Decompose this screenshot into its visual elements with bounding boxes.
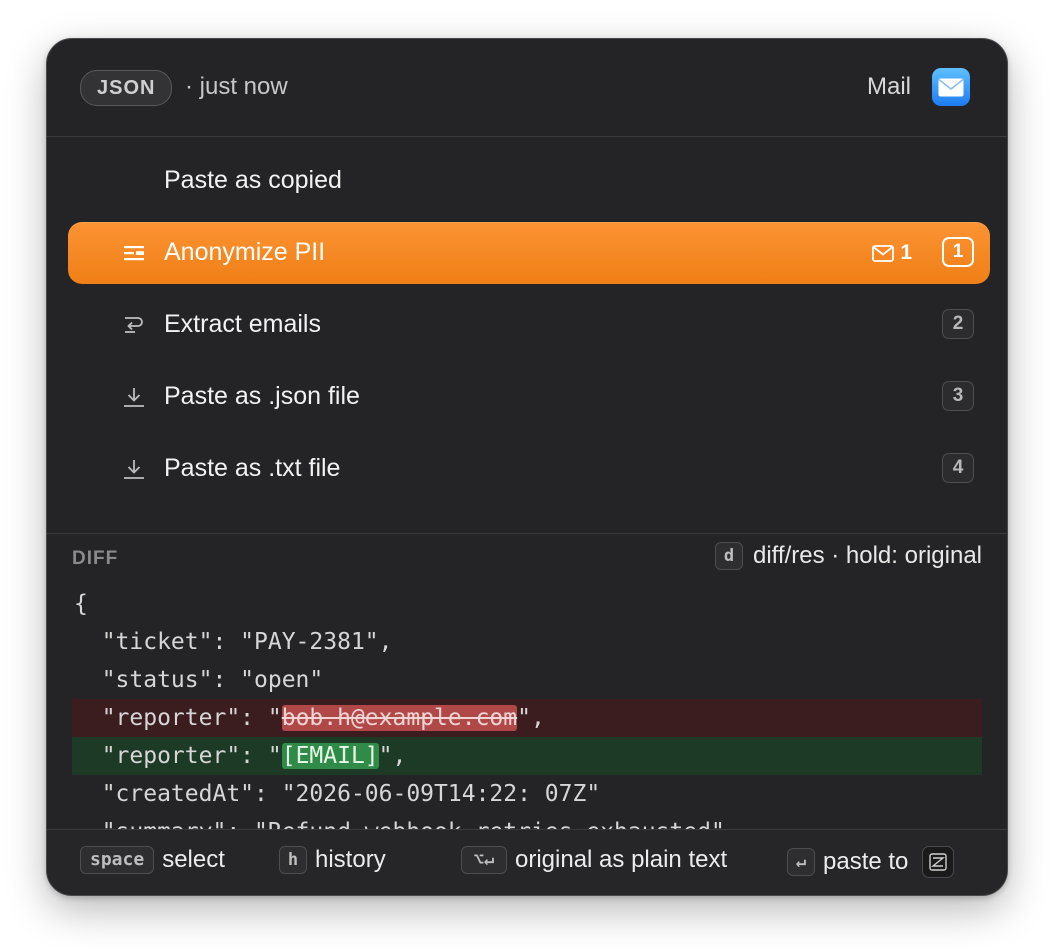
code-line: "status": "open" — [74, 667, 324, 693]
footer-history-hint[interactable]: h history — [279, 846, 386, 874]
diff-title: DIFF — [72, 548, 119, 569]
shortcut-key-1: 1 — [942, 237, 974, 267]
download-icon — [123, 458, 145, 480]
code-text: ", — [517, 705, 545, 731]
menu-item-label: Extract emails — [164, 310, 321, 338]
code-text: "reporter": " — [74, 705, 282, 731]
shortcut-key-2: 2 — [942, 309, 974, 339]
shortcut-footer: space select h history ⌥↵ original as pl… — [47, 829, 1007, 895]
diff-preview: { "ticket": "PAY-2381", "status": "open"… — [72, 585, 982, 829]
footer-label: select — [162, 846, 225, 873]
timestamp: · just now — [185, 73, 288, 100]
footer-select-hint[interactable]: space select — [80, 846, 225, 874]
mail-app-icon — [932, 68, 970, 106]
shortcut-key-3: 3 — [942, 381, 974, 411]
footer-label: paste to — [823, 848, 909, 875]
removed-line: "reporter": "bob.h@example.com", — [72, 699, 982, 737]
diff-toggle-text: diff/res · hold: original — [752, 542, 982, 569]
option-return-key: ⌥↵ — [461, 846, 507, 874]
menu-item-extract-emails[interactable]: Extract emails 2 — [68, 294, 990, 356]
added-line: "reporter": "[EMAIL]", — [72, 737, 982, 775]
menu-item-paste-json-file[interactable]: Paste as .json file 3 — [68, 366, 990, 428]
footer-paste-to-hint[interactable]: ↵ paste to — [787, 846, 955, 878]
footer-label: original as plain text — [515, 846, 728, 873]
menu-item-paste-as-copied[interactable]: Paste as copied — [68, 150, 990, 212]
menu-item-label: Anonymize PII — [164, 238, 326, 266]
code-text: ", — [378, 743, 407, 769]
pii-count: 1 — [872, 241, 912, 265]
menu-item-paste-txt-file[interactable]: Paste as .txt file 4 — [68, 438, 990, 500]
shortcut-key-4: 4 — [942, 453, 974, 483]
wrap-arrow-icon — [123, 314, 145, 336]
return-key: ↵ — [787, 848, 815, 876]
pii-count-value: 1 — [900, 241, 912, 264]
target-app-icon — [922, 846, 955, 878]
code-line: "summary": "Refund webhook retries exhau… — [72, 813, 982, 829]
panel-header: JSON · just now Mail — [47, 39, 1007, 137]
footer-plain-text-hint[interactable]: ⌥↵ original as plain text — [461, 846, 727, 874]
diff-header: DIFF d diff/res · hold: original — [47, 533, 1007, 570]
paste-options-panel: JSON · just now Mail Paste as copied Ano… — [46, 38, 1008, 896]
h-key: h — [279, 846, 307, 874]
menu-item-label: Paste as .txt file — [164, 454, 341, 482]
space-key: space — [80, 846, 155, 874]
target-app-name: Mail — [866, 73, 911, 100]
code-line: "ticket": "PAY-2381", — [74, 629, 393, 655]
code-line: { — [74, 591, 88, 617]
menu-item-anonymize-pii[interactable]: Anonymize PII 1 1 — [68, 222, 990, 284]
menu-item-label: Paste as .json file — [164, 382, 360, 410]
footer-label: history — [315, 846, 386, 873]
removed-value: bob.h@example.com — [281, 705, 518, 731]
envelope-icon — [872, 244, 895, 262]
redact-lines-icon — [123, 242, 145, 264]
diff-toggle-key: d — [714, 542, 743, 570]
code-text: "reporter": " — [74, 743, 282, 769]
diff-toggle-hint: d diff/res · hold: original — [714, 542, 982, 570]
added-value: [EMAIL] — [281, 743, 379, 769]
code-line: "createdAt": "2026-06-09T14:22: 07Z" — [74, 781, 601, 807]
download-icon — [123, 386, 145, 408]
format-badge: JSON — [80, 70, 173, 106]
menu-item-label: Paste as copied — [164, 166, 342, 194]
